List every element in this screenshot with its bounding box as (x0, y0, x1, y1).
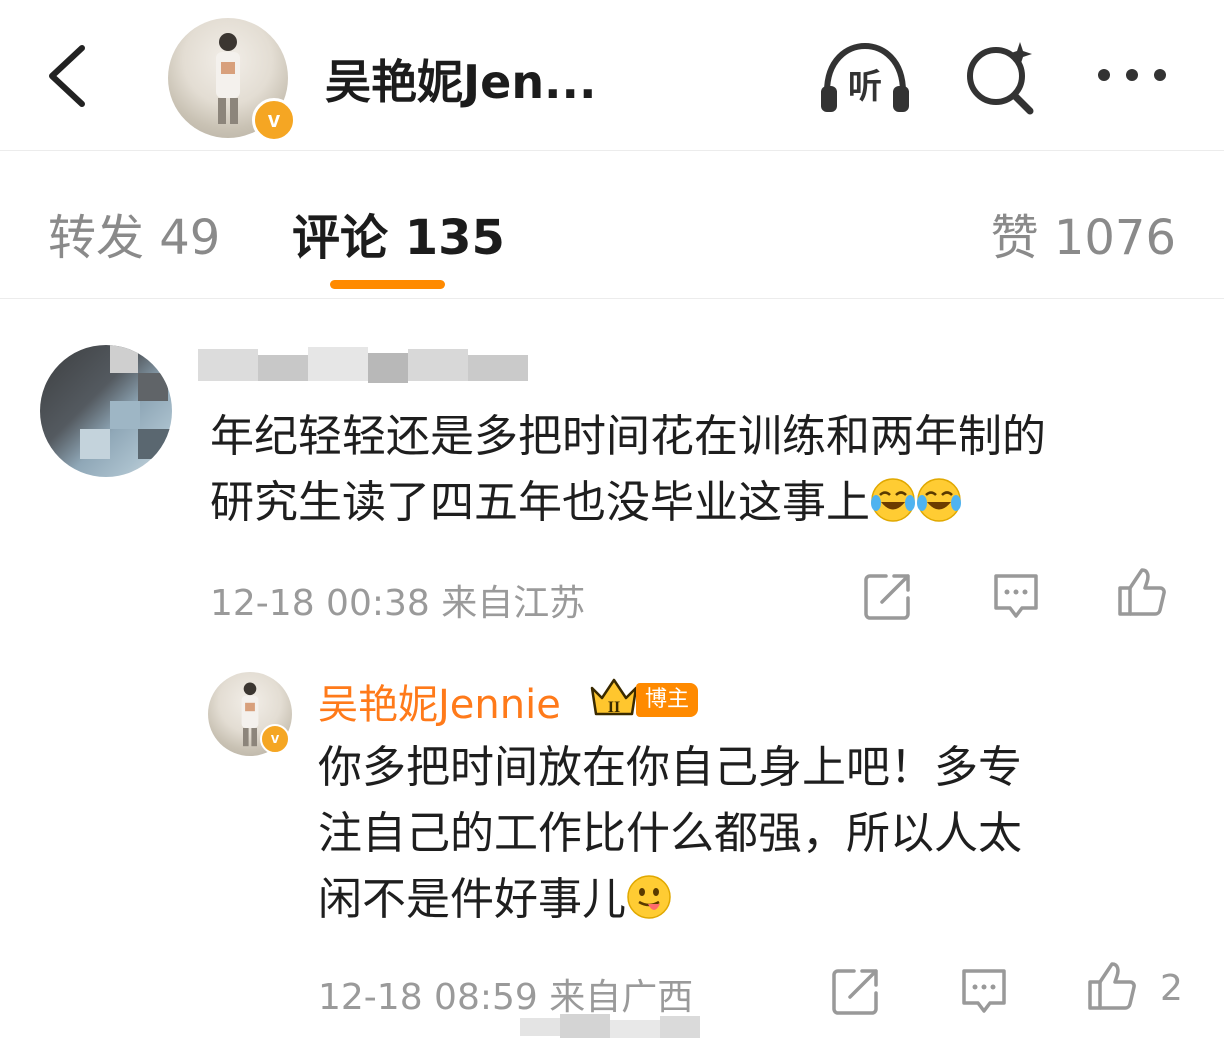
tab-repost[interactable]: 转发 49 (48, 198, 220, 268)
listen-label: 听 (848, 67, 882, 107)
reply-text: 你多把时间放在你自己身上吧！多专 注自己的工作比什么都强，所以人太 闲不是件好事… (318, 735, 1022, 933)
reply-line-1: 你多把时间放在你自己身上吧！多专 (318, 742, 1022, 793)
thumbs-up-icon[interactable] (1086, 960, 1138, 1012)
reply-line-3: 闲不是件好事儿 (318, 874, 626, 925)
tab-like[interactable]: 赞 1076 (991, 198, 1176, 268)
thumbs-up-icon[interactable] (1116, 566, 1168, 618)
comment-meta: 12-18 00:38 来自江苏 (210, 574, 585, 626)
comment-icon[interactable] (958, 965, 1010, 1017)
active-tab-indicator (330, 280, 445, 289)
share-icon[interactable] (862, 570, 914, 622)
reply-author-name[interactable]: 吴艳妮Jennie (318, 672, 561, 730)
listen-headphones-icon[interactable]: 听 (815, 40, 915, 115)
blogger-badge: 博主 (636, 683, 699, 717)
commenter-name-blurred[interactable] (198, 345, 538, 385)
reply-line-3-row: 闲不是件好事儿 (318, 867, 1022, 933)
search-sparkle-icon[interactable] (962, 40, 1042, 115)
watermark-icon (520, 1014, 700, 1038)
chevron-left-icon[interactable] (40, 40, 100, 110)
verified-badge: v (252, 98, 296, 142)
reply-line-2: 注自己的工作比什么都强，所以人太 (318, 808, 1022, 859)
comment-text: 年纪轻轻还是多把时间花在训练和两年制的 研究生读了四五年也没毕业这事上 (210, 404, 1046, 536)
page-title[interactable]: 吴艳妮Jen... (325, 46, 597, 112)
reply-like-count: 2 (1160, 968, 1183, 1009)
reply-time: 12-18 08:59 (318, 977, 538, 1018)
crown-icon: II (590, 678, 638, 716)
verified-badge: v (260, 724, 290, 754)
more-dots-icon[interactable] (1092, 60, 1172, 90)
comment-location: 来自江苏 (441, 583, 586, 624)
comment-line-1: 年纪轻轻还是多把时间花在训练和两年制的 (210, 411, 1046, 462)
comment-icon[interactable] (990, 570, 1042, 622)
share-icon[interactable] (830, 965, 882, 1017)
tongue-out-emoji-icon (627, 875, 671, 919)
avatar-figure-icon (216, 33, 240, 124)
comment-time: 12-18 00:38 (210, 583, 430, 624)
laugh-cry-emoji-icon (917, 478, 961, 522)
tab-bar: 转发 49 评论 135 赞 1076 (0, 150, 1224, 299)
commenter-avatar-blurred[interactable] (40, 345, 172, 477)
crown-level: II (608, 699, 620, 716)
comment-line-2-row: 研究生读了四五年也没毕业这事上 (210, 470, 1046, 536)
laugh-cry-emoji-icon (871, 478, 915, 522)
tab-comment[interactable]: 评论 135 (292, 198, 505, 268)
comment-line-2: 研究生读了四五年也没毕业这事上 (210, 477, 870, 528)
